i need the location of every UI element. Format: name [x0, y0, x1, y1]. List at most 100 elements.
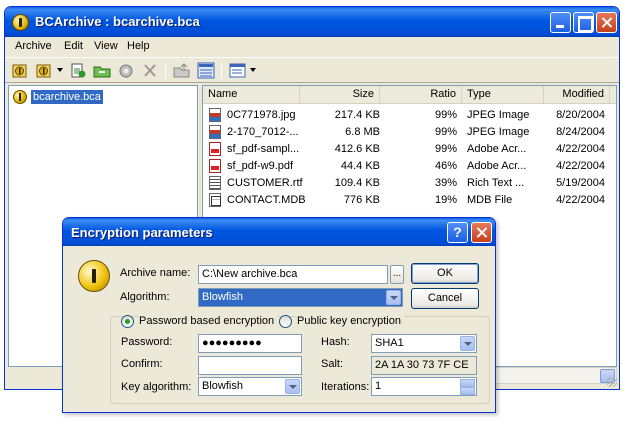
cell-type: JPEG Image — [467, 109, 530, 121]
window-title: BCArchive : bcarchive.bca — [35, 14, 200, 29]
table-row[interactable]: sf_pdf-w9.pdf 44.4 KB 46% Adobe Acr... 4/22/… — [203, 158, 616, 175]
table-row[interactable]: 0C771978.jpg 217.4 KB 99% JPEG Image 8/20/20… — [203, 107, 616, 124]
spin-up-icon[interactable] — [460, 379, 475, 387]
test-icon[interactable] — [117, 62, 135, 79]
table-row[interactable]: sf_pdf-sampl... 412.6 KB 99% Adobe Acr... 4/… — [203, 141, 616, 158]
cell-name: 2-170_7012-... — [227, 126, 299, 138]
cell-name: CUSTOMER.rtf — [227, 177, 303, 189]
encryption-dialog: Encryption parameters ? Archive name: C:… — [62, 217, 496, 413]
ok-button[interactable]: OK — [411, 263, 479, 284]
rtf-file-icon — [209, 176, 221, 190]
view-mode-dropdown-icon[interactable] — [250, 68, 256, 72]
column-header-ratio[interactable]: Ratio — [380, 86, 462, 104]
hash-label: Hash: — [321, 336, 350, 348]
title-bar[interactable]: BCArchive : bcarchive.bca — [5, 7, 619, 37]
cell-modified: 8/20/2004 — [556, 109, 605, 121]
cell-ratio: 99% — [434, 109, 457, 121]
mdb-file-icon — [209, 193, 221, 207]
archive-name-field[interactable]: C:\New archive.bca — [198, 265, 388, 284]
radio-public-key[interactable] — [279, 315, 292, 328]
column-header-type[interactable]: Type — [462, 86, 544, 104]
key-icon — [78, 260, 110, 292]
cell-name: sf_pdf-w9.pdf — [227, 160, 294, 172]
pdf-file-icon — [209, 142, 221, 156]
key-algorithm-value: Blowfish — [202, 380, 243, 392]
cell-modified: 8/24/2004 — [556, 126, 605, 138]
cell-size: 217.4 KB — [334, 109, 380, 121]
cell-modified: 4/22/2004 — [556, 160, 605, 172]
menu-view[interactable]: View — [94, 40, 118, 52]
radio-public-key-label[interactable]: Public key encryption — [297, 315, 404, 327]
toolbar — [5, 57, 619, 83]
radio-password-label[interactable]: Password based encryption — [139, 315, 278, 327]
cell-type: MDB File — [467, 194, 513, 206]
archive-name-label: Archive name: — [120, 267, 191, 279]
tree-node-root[interactable]: bcarchive.bca — [13, 89, 103, 105]
spin-down-icon[interactable] — [460, 387, 475, 395]
view-mode-icon[interactable] — [229, 62, 247, 79]
iterations-label: Iterations: — [321, 381, 370, 393]
resize-grip[interactable] — [607, 377, 617, 387]
up-folder-icon[interactable] — [173, 62, 191, 79]
cell-type: JPEG Image — [467, 126, 530, 138]
menu-edit[interactable]: Edit — [64, 40, 83, 52]
menu-bar: Archive Edit View Help — [5, 37, 619, 57]
cell-name: 0C771978.jpg — [227, 109, 296, 121]
iterations-value: 1 — [375, 380, 382, 392]
table-row[interactable]: 2-170_7012-... 6.8 MB 99% JPEG Image 8/24/20… — [203, 124, 616, 141]
help-button[interactable]: ? — [447, 222, 468, 243]
app-icon — [12, 14, 29, 31]
cell-size: 412.6 KB — [334, 143, 380, 155]
maximize-button[interactable] — [573, 12, 594, 33]
cell-modified: 5/19/2004 — [556, 177, 605, 189]
cell-type: Rich Text ... — [467, 177, 525, 189]
cell-type: Adobe Acr... — [467, 160, 527, 172]
chevron-down-icon[interactable] — [386, 290, 401, 305]
password-field[interactable]: ●●●●●●●●● — [198, 334, 302, 353]
hash-value: SHA1 — [375, 337, 404, 349]
algorithm-value: Blowfish — [202, 291, 243, 303]
open-dropdown-icon[interactable] — [57, 68, 63, 72]
archive-icon[interactable] — [11, 62, 29, 79]
menu-help[interactable]: Help — [127, 40, 150, 52]
column-header-size[interactable]: Size — [300, 86, 380, 104]
iterations-spinner[interactable]: 1 — [371, 377, 477, 396]
delete-icon[interactable] — [141, 62, 159, 79]
jpg-file-icon — [209, 125, 221, 139]
cell-name: CONTACT.MDB — [227, 194, 306, 206]
algorithm-label: Algorithm: — [120, 291, 170, 303]
cell-size: 44.4 KB — [340, 160, 380, 172]
key-algorithm-select[interactable]: Blowfish — [198, 377, 302, 396]
pdf-file-icon — [209, 159, 221, 173]
cell-modified: 4/22/2004 — [556, 143, 605, 155]
password-label: Password: — [121, 336, 173, 348]
cell-name: sf_pdf-sampl... — [227, 143, 300, 155]
tree-node-label: bcarchive.bca — [31, 90, 103, 104]
table-row[interactable]: CONTACT.MDB 776 KB 19% MDB File 4/22/2004 — [203, 192, 616, 209]
extract-icon[interactable] — [93, 62, 111, 79]
column-header-modified[interactable]: Modified — [544, 86, 610, 104]
key-algorithm-label: Key algorithm: — [121, 381, 192, 393]
hash-select[interactable]: SHA1 — [371, 334, 477, 353]
column-header-name[interactable]: Name — [203, 86, 300, 104]
list-header: Name Size Ratio Type Modified — [203, 86, 616, 104]
algorithm-select[interactable]: Blowfish — [198, 288, 403, 307]
dialog-title: Encryption parameters — [71, 225, 213, 240]
cell-ratio: 46% — [434, 160, 457, 172]
cancel-button[interactable]: Cancel — [411, 288, 479, 309]
dialog-close-button[interactable] — [471, 222, 492, 243]
confirm-field[interactable] — [198, 356, 302, 375]
toolbar-separator — [221, 63, 222, 79]
chevron-down-icon[interactable] — [285, 379, 300, 394]
menu-archive[interactable]: Archive — [15, 40, 52, 52]
minimize-button[interactable] — [550, 12, 571, 33]
dialog-title-bar[interactable]: Encryption parameters ? — [63, 218, 495, 246]
details-view-icon[interactable] — [197, 62, 215, 79]
close-button[interactable] — [596, 12, 617, 33]
open-icon[interactable] — [35, 62, 53, 79]
browse-button[interactable]: ... — [390, 265, 404, 284]
chevron-down-icon[interactable] — [460, 336, 475, 351]
radio-password[interactable] — [121, 315, 134, 328]
add-files-icon[interactable] — [69, 62, 87, 79]
table-row[interactable]: CUSTOMER.rtf 109.4 KB 39% Rich Text ... 5/19… — [203, 175, 616, 192]
